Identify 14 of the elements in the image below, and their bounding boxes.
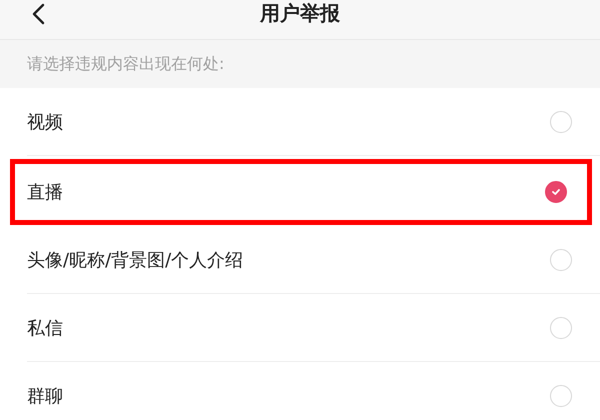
option-row[interactable]: 私信 <box>27 294 600 362</box>
option-label: 视频 <box>27 110 63 134</box>
option-label: 私信 <box>27 316 63 340</box>
check-icon <box>550 186 562 198</box>
option-label: 直播 <box>27 181 63 204</box>
page-title: 用户举报 <box>260 0 340 27</box>
option-label: 头像/昵称/背景图/个人介绍 <box>27 248 244 272</box>
back-icon[interactable] <box>30 3 46 25</box>
option-row[interactable]: 视频 <box>27 88 600 156</box>
option-row[interactable]: 群聊 <box>27 362 600 420</box>
prompt-text: 请选择违规内容出现在何处: <box>27 54 224 74</box>
radio-button[interactable] <box>545 181 567 203</box>
option-row[interactable]: 头像/昵称/背景图/个人介绍 <box>27 226 600 294</box>
option-label: 群聊 <box>27 384 63 408</box>
